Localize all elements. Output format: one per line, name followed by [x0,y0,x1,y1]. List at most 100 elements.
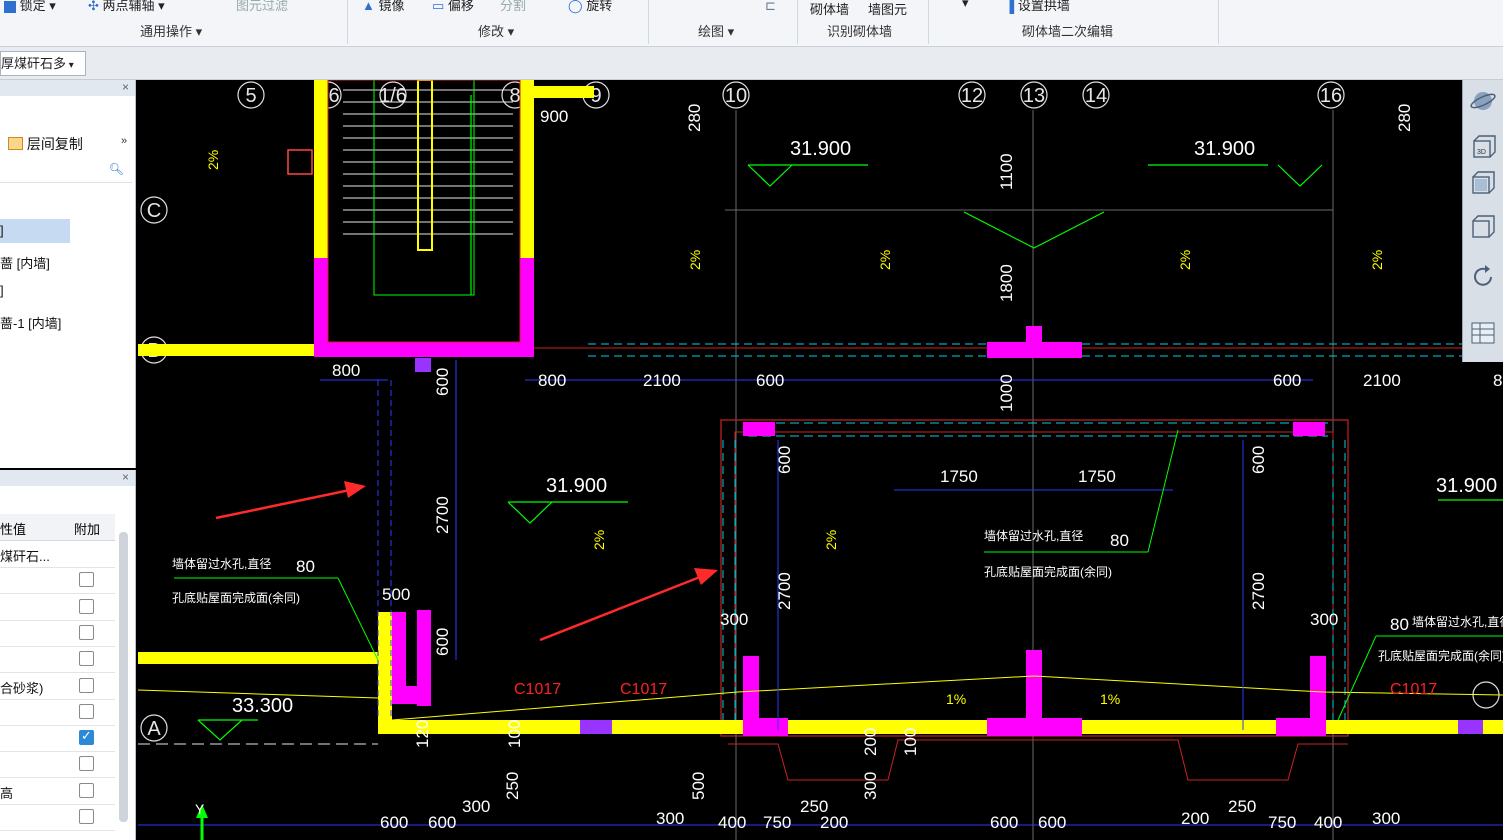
axis-label: 16 [1320,85,1342,107]
ribbon-small-icon[interactable]: ⊏ [765,0,776,14]
attach-checkbox[interactable] [79,624,94,640]
grid-settings-icon [1471,322,1495,344]
view-top-button[interactable] [1466,166,1500,200]
view-3d-button[interactable]: 3D [1466,130,1500,164]
cad-drawing-canvas[interactable]: 5 6 1/6 8 9 10 12 13 14 16 C B A [138,80,1503,840]
tree-item[interactable]: 蔷-1 [内墙] [0,313,61,332]
dim-label: 1100 [997,153,1016,190]
property-row[interactable]: 煤矸石... [0,541,115,568]
axis-icon: ✣ [88,0,99,13]
property-row[interactable]: 合砂浆) [0,673,115,700]
panel-header: × [0,80,135,96]
elevation-label: 31.900 [1436,475,1497,497]
dim-label: 2100 [1363,371,1401,390]
property-row[interactable] [0,751,115,779]
dim-label: 500 [689,772,708,800]
group-modify[interactable]: 修改 ▾ [478,21,514,40]
attach-checkbox[interactable] [79,809,94,824]
slope-label: 2% [687,250,703,270]
ribbon-separator [648,0,649,44]
lock-icon [4,0,16,13]
ribbon-mirror[interactable]: ▲ 镜像 [362,0,405,14]
axis-label: 1/6 [379,85,407,107]
property-row[interactable] [0,620,115,647]
dim-label: 600 [1249,446,1268,474]
ribbon-rotate[interactable]: ◯ 旋转 [568,0,612,14]
property-value: 高 [0,785,14,801]
rotate-icon: ◯ [568,0,583,13]
ribbon-split[interactable]: 分割 [500,0,526,14]
attach-checkbox[interactable] [79,782,94,798]
rotate-view-button[interactable] [1466,260,1500,294]
drain-notes: 墙体留过水孔,直径 80 孔底贴屋面完成面(余同) 墙体留过水孔,直径 80 孔… [172,429,1503,721]
slope-label: 2% [1369,250,1385,270]
annotation-arrows [215,481,718,642]
ribbon: 锁定 ▾ ✣ 两点辅轴 ▾ 图元过滤 ▲ 镜像 ▭ 偏移 分割 ◯ 旋转 砌体墙… [0,0,1503,47]
dim-label: 300 [861,772,880,800]
floor-copy-button[interactable]: 层间复制 [8,134,83,154]
scrollbar[interactable] [119,532,128,822]
display-settings-button[interactable] [1466,316,1500,350]
ribbon-filter[interactable]: 图元过滤 [236,0,288,14]
property-row[interactable] [0,594,115,621]
window-label: C1017 [514,681,561,698]
property-row[interactable] [0,804,115,831]
property-row[interactable] [0,567,115,595]
attach-checkbox[interactable] [79,651,94,667]
expand-icon[interactable]: » [121,135,127,147]
property-value: 合砂浆) [0,680,44,696]
ribbon-set-arch-wall[interactable]: ▐ 设置拱墙 [1005,0,1070,14]
tree-item[interactable]: 蔷 [内墙] [0,253,50,272]
dim-label: 900 [540,107,568,126]
dim-label: 300 [656,809,684,828]
close-icon[interactable]: × [122,470,129,484]
attach-checkbox[interactable] [79,756,94,772]
elevation-label: 31.900 [790,138,851,160]
dim-label: 200 [820,813,848,832]
attach-checkbox[interactable] [79,677,94,693]
note-text: 墙体留过水孔,直径 [1412,615,1503,629]
props-header: 性值 附加 [0,514,115,541]
group-recognize: 识别砌体墙 [827,24,893,39]
ribbon-two-point-axis[interactable]: ✣ 两点辅轴 ▾ [88,0,165,14]
note-diameter: 80 [1390,615,1409,634]
ribbon-dropdown[interactable]: ▾ [962,0,969,11]
tree-item[interactable]: ] [0,283,4,298]
ribbon-masonry-wall[interactable]: 砌体墙 [810,0,849,18]
property-row[interactable]: 高 [0,778,115,805]
attach-checkbox[interactable] [79,598,94,614]
ribbon-lock[interactable]: 锁定 ▾ [4,0,56,14]
attach-checkbox[interactable] [79,703,94,719]
cube-top-icon [1472,171,1495,194]
slope-label: 2% [591,530,607,550]
dim-label: 600 [990,813,1018,832]
view-front-button[interactable] [1466,210,1500,244]
orbit-button[interactable] [1466,84,1500,118]
property-row[interactable] [0,646,115,674]
window-label: C1017 [1390,681,1437,698]
axis-label: 6 [328,85,339,107]
search-icon[interactable]: 🔍︎ [109,162,124,176]
slope-label: 1% [946,691,966,707]
layer-combo[interactable]: 厚煤矸石多 ▾ [0,51,86,76]
dim-label: 600 [428,813,456,832]
property-row[interactable] [0,699,115,726]
dim-label: 280 [685,104,704,132]
group-general[interactable]: 通用操作 ▾ [140,21,202,40]
offset-icon: ▭ [432,0,445,13]
slope-label: 2% [823,530,839,550]
tree-item[interactable]: ] [0,219,70,243]
attach-checkbox[interactable] [79,728,94,746]
component-list-panel: × 层间复制 » 🔍︎ ] 蔷 [内墙] ] 蔷-1 [内墙] [0,80,136,468]
attach-checkbox[interactable] [79,572,94,588]
search-field[interactable]: 🔍︎ [0,160,132,183]
note-text: 孔底贴屋面完成面(余同) [1378,648,1503,663]
group-draw[interactable]: 绘图 ▾ [698,21,734,40]
dim-label: 2700 [1249,572,1268,610]
ribbon-wall-element[interactable]: 墙图元 [868,0,907,18]
close-icon[interactable]: × [122,80,129,94]
property-row[interactable] [0,725,115,753]
axis-label: A [147,718,161,740]
note-diameter: 80 [1110,531,1129,550]
ribbon-offset[interactable]: ▭ 偏移 [432,0,474,14]
